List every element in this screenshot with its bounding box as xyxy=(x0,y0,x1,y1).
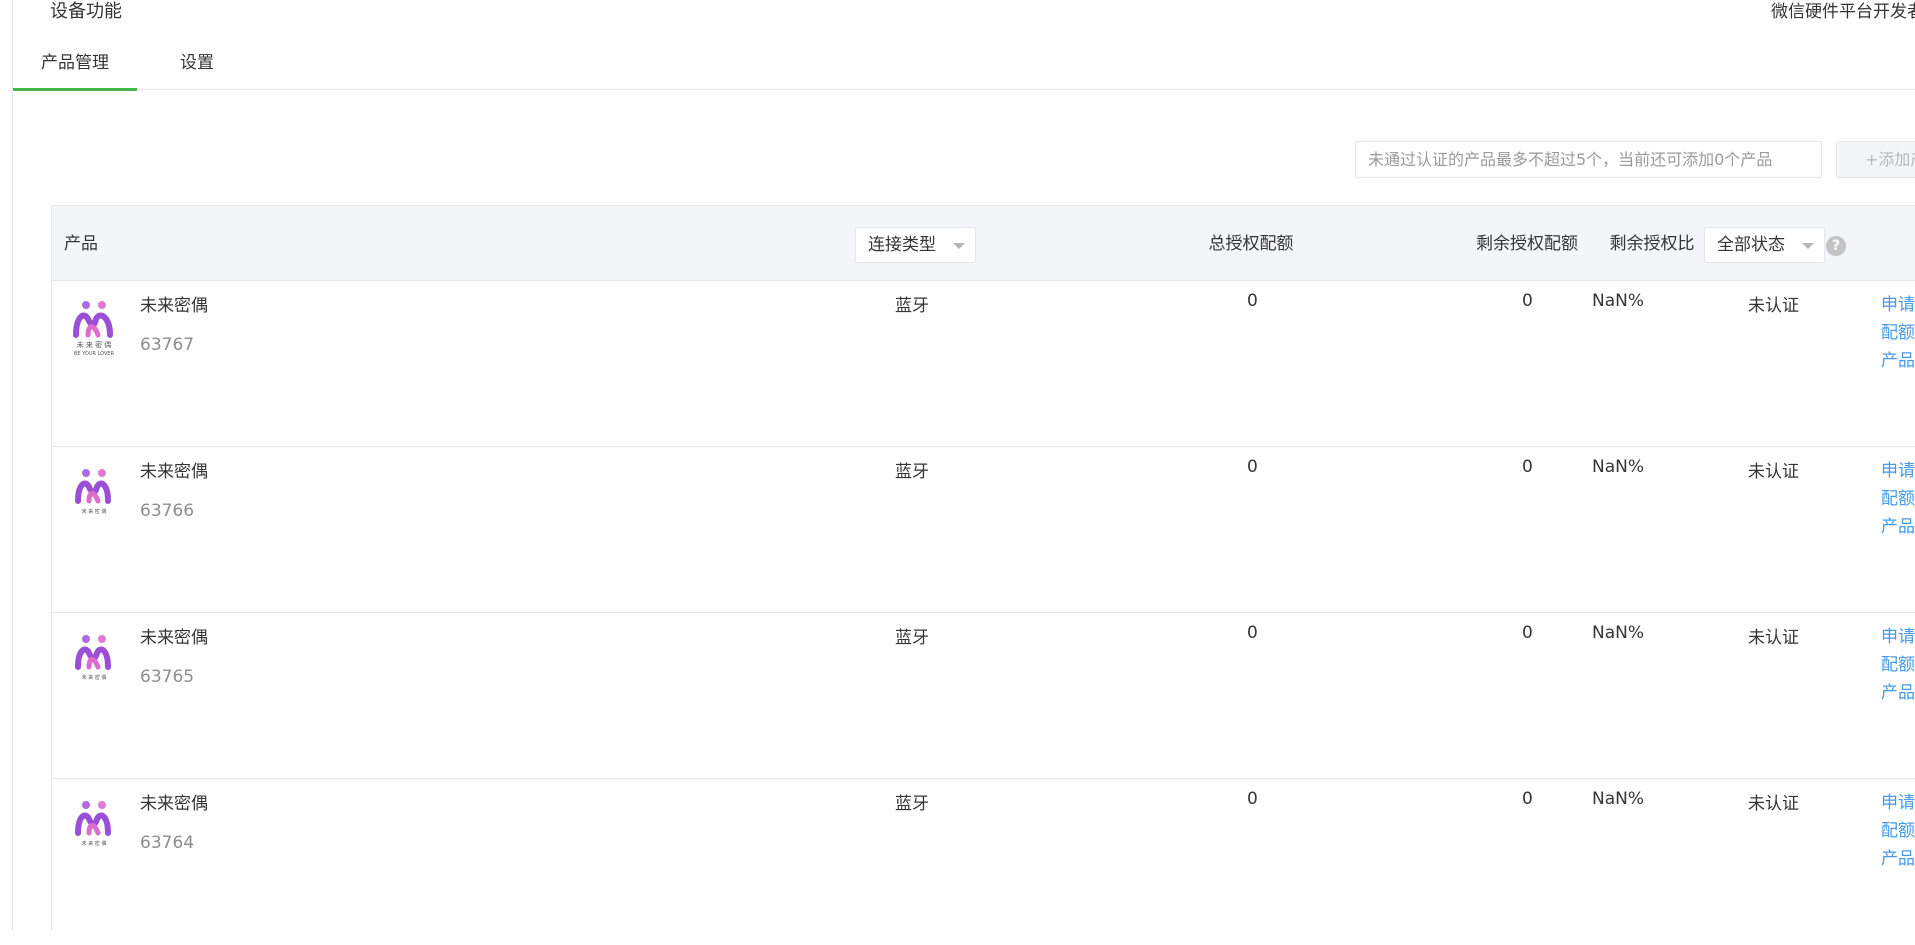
developer-platform-link[interactable]: 微信硬件平台开发者 xyxy=(1771,0,1915,22)
product-id: 63765 xyxy=(140,667,195,687)
status-filter[interactable]: 全部状态 xyxy=(1704,227,1825,263)
remaining-ratio: NaN% xyxy=(1592,789,1645,809)
tab-bar: 产品管理 设置 xyxy=(13,48,1915,91)
table-header: 产品 连接类型 总授权配额 剩余授权配额 剩余授权比 全部状态 ? xyxy=(52,205,1915,281)
row-actions: 申请 配额 产品 xyxy=(1881,457,1915,541)
total-quota: 0 xyxy=(1247,291,1258,311)
remaining-quota: 0 xyxy=(1522,789,1533,809)
product-table: 产品 连接类型 总授权配额 剩余授权配额 剩余授权比 全部状态 ? 未 来 密 … xyxy=(51,205,1915,930)
remaining-quota: 0 xyxy=(1522,291,1533,311)
remaining-ratio: NaN% xyxy=(1592,457,1645,477)
connection-type-filter[interactable]: 连接类型 xyxy=(855,227,976,263)
status-filter-label: 全部状态 xyxy=(1717,235,1785,255)
status-badge: 未认证 xyxy=(1748,628,1799,648)
table-row: 未 来 密 偶 未来密偶 63764 蓝牙 0 0 NaN% 未认证 申请 配额… xyxy=(52,779,1915,945)
total-quota: 0 xyxy=(1247,457,1258,477)
column-header-remaining-quota: 剩余授权配额 xyxy=(1476,234,1578,254)
remaining-quota: 0 xyxy=(1522,623,1533,643)
quota-link[interactable]: 配额 xyxy=(1881,651,1915,679)
product-name: 未来密偶 xyxy=(140,296,208,316)
apply-link[interactable]: 申请 xyxy=(1881,457,1915,485)
remaining-quota: 0 xyxy=(1522,457,1533,477)
chevron-down-icon xyxy=(953,243,965,249)
table-row: 未 来 密 偶 未来密偶 63766 蓝牙 0 0 NaN% 未认证 申请 配额… xyxy=(52,447,1915,613)
page-title: 设备功能 xyxy=(50,1,122,22)
row-actions: 申请 配额 产品 xyxy=(1881,291,1915,375)
help-icon[interactable]: ? xyxy=(1826,236,1846,256)
logo-caption-cn: 未 来 密 偶 xyxy=(82,508,107,515)
product-logo-icon: 未 来 密 偶 xyxy=(75,635,111,681)
connection-type-filter-label: 连接类型 xyxy=(868,235,936,255)
product-limit-notice: 未通过认证的产品最多不超过5个，当前还可添加0个产品 xyxy=(1355,141,1822,178)
product-link[interactable]: 产品 xyxy=(1881,347,1915,375)
logo-caption-cn: 未 来 密 偶 xyxy=(82,840,107,847)
product-logo-icon: 未 来 密 偶 xyxy=(75,469,111,515)
product-name: 未来密偶 xyxy=(140,628,208,648)
quota-link[interactable]: 配额 xyxy=(1881,319,1915,347)
product-id: 63766 xyxy=(140,501,195,521)
apply-link[interactable]: 申请 xyxy=(1881,623,1915,651)
page-left-border xyxy=(12,0,13,930)
connection-type: 蓝牙 xyxy=(895,462,929,482)
add-product-button[interactable]: +添加产品 xyxy=(1836,141,1915,178)
column-header-total-quota: 总授权配额 xyxy=(1208,234,1294,254)
logo-caption-en: BE YOUR LOVER xyxy=(74,351,115,357)
product-logo-icon: 未 来 密 偶 xyxy=(75,801,111,847)
connection-type: 蓝牙 xyxy=(895,296,929,316)
quota-link[interactable]: 配额 xyxy=(1881,817,1915,845)
status-badge: 未认证 xyxy=(1748,794,1799,814)
table-row: 未 来 密 偶 BE YOUR LOVER 未来密偶 63767 蓝牙 0 0 … xyxy=(52,281,1915,447)
product-link[interactable]: 产品 xyxy=(1881,513,1915,541)
apply-link[interactable]: 申请 xyxy=(1881,291,1915,319)
product-link[interactable]: 产品 xyxy=(1881,679,1915,707)
logo-caption-cn: 未 来 密 偶 xyxy=(82,674,107,681)
product-id: 63767 xyxy=(140,335,195,355)
product-name: 未来密偶 xyxy=(140,462,208,482)
tab-settings[interactable]: 设置 xyxy=(158,48,236,88)
apply-link[interactable]: 申请 xyxy=(1881,789,1915,817)
logo-caption-cn: 未 来 密 偶 xyxy=(77,340,112,349)
remaining-ratio: NaN% xyxy=(1592,291,1645,311)
total-quota: 0 xyxy=(1247,789,1258,809)
tab-product-management[interactable]: 产品管理 xyxy=(13,48,137,91)
product-logo-icon: 未 来 密 偶 BE YOUR LOVER xyxy=(73,301,115,357)
product-name: 未来密偶 xyxy=(140,794,208,814)
row-actions: 申请 配额 产品 xyxy=(1881,789,1915,873)
quota-link[interactable]: 配额 xyxy=(1881,485,1915,513)
row-actions: 申请 配额 产品 xyxy=(1881,623,1915,707)
total-quota: 0 xyxy=(1247,623,1258,643)
product-id: 63764 xyxy=(140,833,195,853)
status-badge: 未认证 xyxy=(1748,296,1799,316)
product-link[interactable]: 产品 xyxy=(1881,845,1915,873)
connection-type: 蓝牙 xyxy=(895,628,929,648)
column-header-product: 产品 xyxy=(64,234,98,254)
status-badge: 未认证 xyxy=(1748,462,1799,482)
table-row: 未 来 密 偶 未来密偶 63765 蓝牙 0 0 NaN% 未认证 申请 配额… xyxy=(52,613,1915,779)
chevron-down-icon xyxy=(1802,243,1814,249)
connection-type: 蓝牙 xyxy=(895,794,929,814)
remaining-ratio: NaN% xyxy=(1592,623,1645,643)
column-header-remaining-ratio: 剩余授权比 xyxy=(1609,234,1695,254)
